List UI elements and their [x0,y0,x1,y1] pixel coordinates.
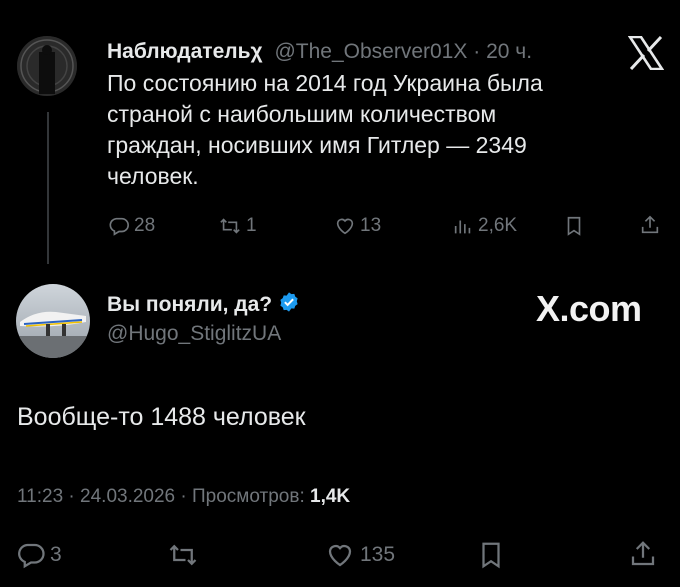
separator: · [180,486,187,507]
text-line: человек. [107,163,199,189]
bookmark-icon [563,215,585,237]
quoted-tweet-header: Наблюдательχ @The_Observer01X · 20 ч. [107,40,532,64]
like-count: 13 [360,215,382,236]
repost-button[interactable] [166,540,200,570]
views-label: Просмотров: [192,486,305,507]
share-icon [639,214,661,236]
tweet-time[interactable]: 11:23 [17,486,63,507]
author-name[interactable]: Вы поняли, да? [107,293,272,317]
repost-button[interactable]: 1 [218,215,257,237]
reply-icon [16,540,46,570]
main-tweet-text: Вообще-то 1488 человек [17,403,306,431]
x-logo-icon[interactable] [627,35,665,71]
repost-count: 1 [246,215,257,236]
views-count: 1,4K [310,486,351,507]
quoted-tweet-text: По состоянию на 2014 год Украина была ст… [107,68,627,192]
author-name[interactable]: Наблюдательχ [107,40,263,63]
author-handle[interactable]: @The_Observer01X [274,40,467,63]
repost-icon [218,215,242,237]
separator: · [473,40,481,63]
like-button[interactable]: 135 [324,540,395,570]
views-button[interactable]: 2,6K [452,215,517,237]
share-button[interactable] [628,538,658,570]
tweet-meta: 11:23 · 24.03.2026 · Просмотров: 1,4K [17,486,350,508]
views-count: 2,6K [478,215,518,236]
like-button[interactable]: 13 [334,215,381,237]
reply-count: 3 [50,543,62,566]
avatar-hugo[interactable] [16,284,90,358]
separator: · [68,486,75,507]
repost-icon [166,540,200,570]
text-line: граждан, носивших имя Гитлер — 2349 [107,132,527,158]
text-line: страной с наибольшим количеством [107,101,497,127]
thread-line [47,112,49,264]
verified-badge-icon [278,291,300,318]
author-handle[interactable]: @Hugo_StiglitzUA [107,322,281,346]
bookmark-button[interactable] [563,215,585,237]
like-count: 135 [360,543,396,566]
brand-watermark: X.com [536,288,642,329]
reply-button[interactable]: 28 [108,215,155,237]
tweet-time[interactable]: 20 ч. [486,40,532,63]
bookmark-icon [476,540,506,570]
views-icon [452,215,474,237]
tweet-date[interactable]: 24.03.2026 [80,486,175,507]
like-icon [334,215,356,237]
avatar-observer[interactable] [17,36,77,96]
text-line: По состоянию на 2014 год Украина была [107,70,543,96]
bookmark-button[interactable] [476,540,506,570]
reply-count: 28 [134,215,156,236]
main-tweet-header: Вы поняли, да? [107,291,300,318]
share-icon [628,538,658,570]
reply-button[interactable]: 3 [16,540,62,570]
reply-icon [108,215,130,237]
share-button[interactable] [639,214,661,236]
like-icon [324,540,356,570]
